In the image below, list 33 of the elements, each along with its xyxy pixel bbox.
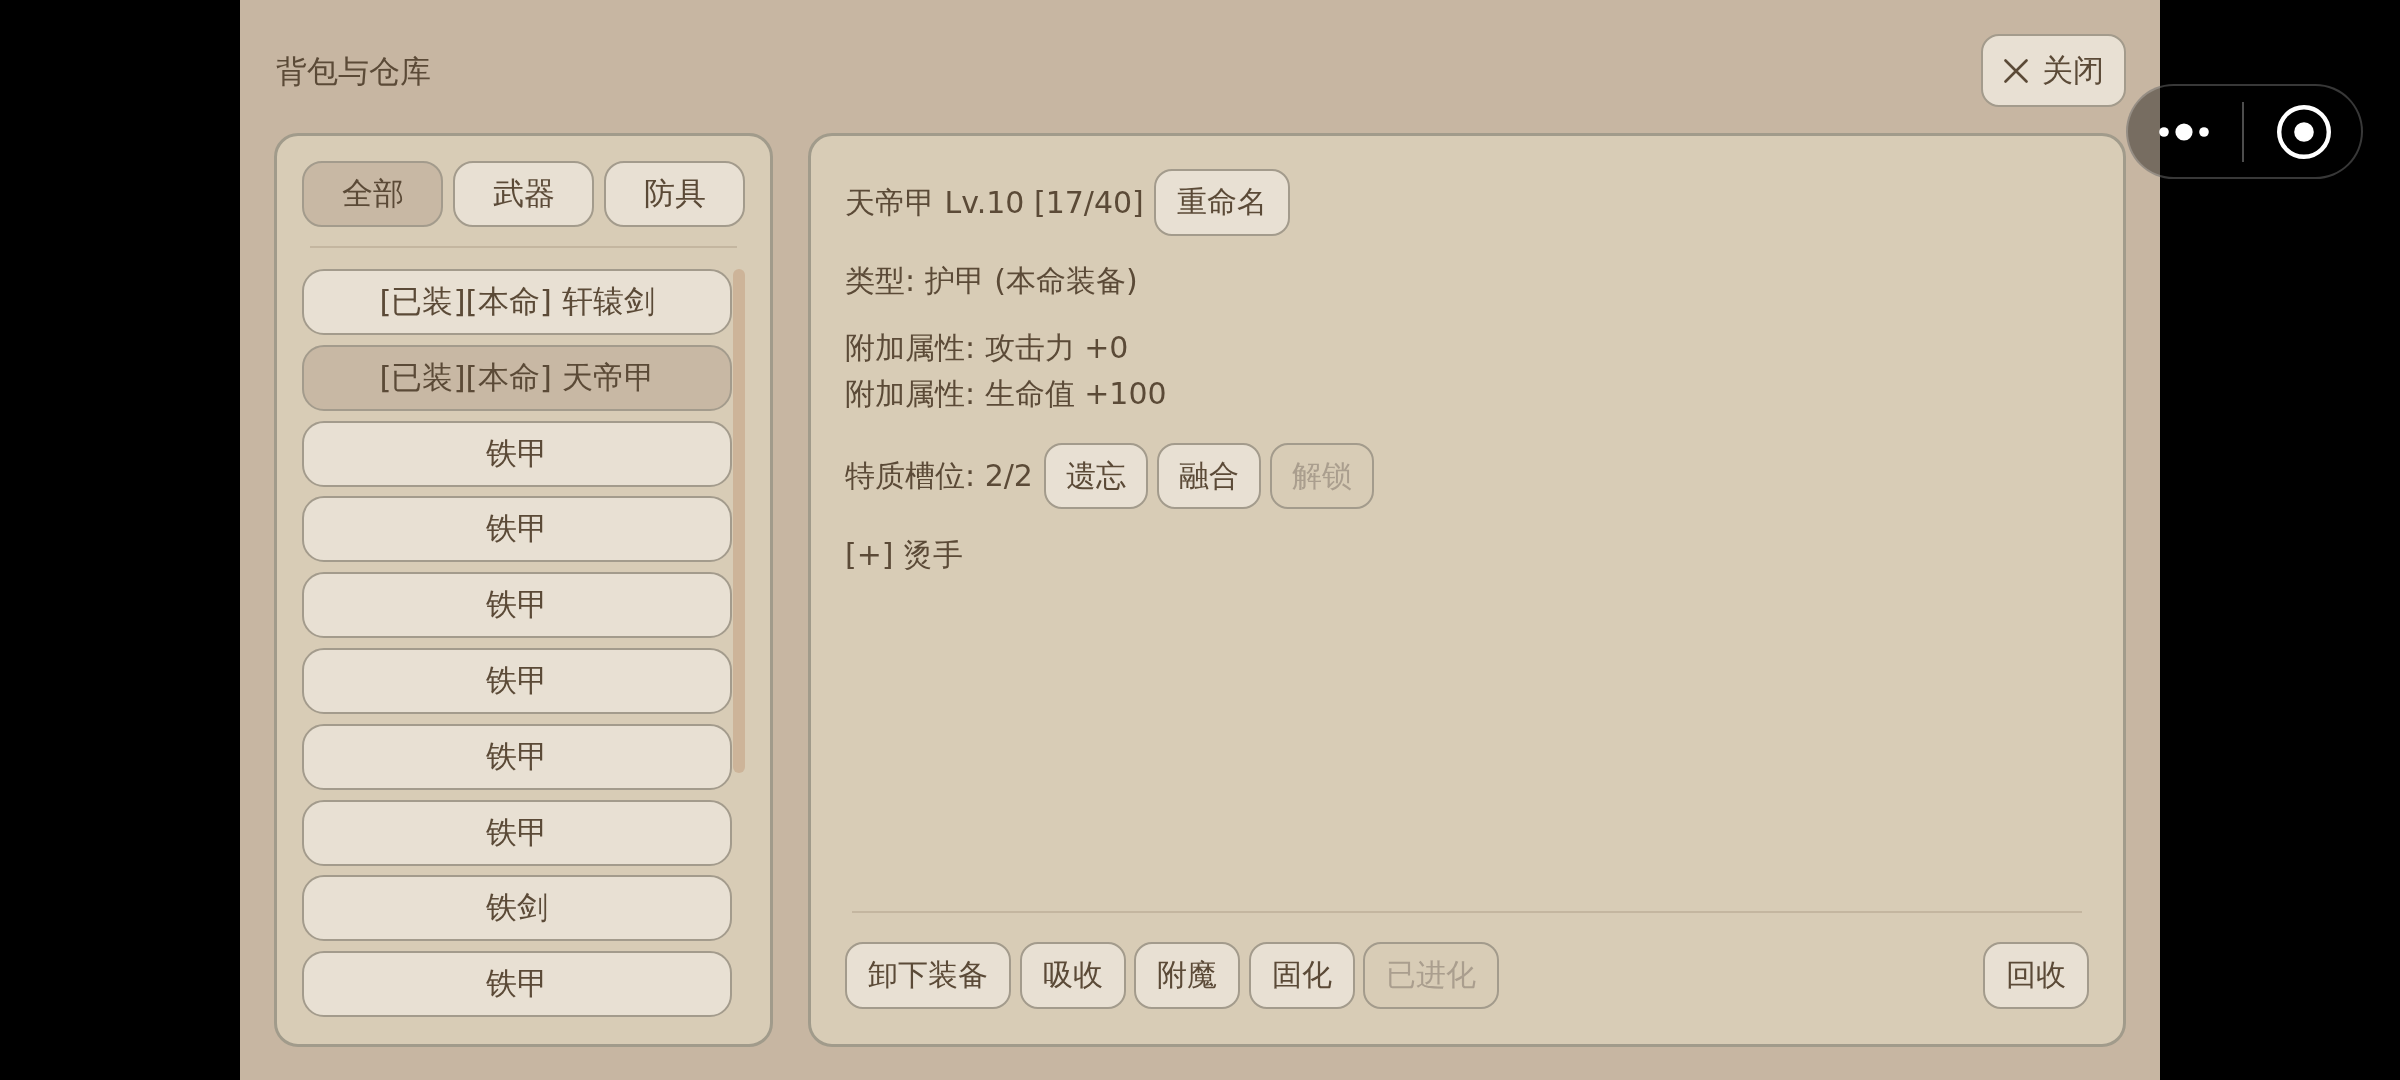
inventory-item[interactable]: 铁甲 bbox=[302, 572, 732, 639]
rename-button[interactable]: 重命名 bbox=[1153, 169, 1290, 236]
inventory-item[interactable]: 铁剑 bbox=[302, 875, 732, 942]
inventory-item[interactable]: 铁甲 bbox=[302, 496, 732, 563]
inventory-item[interactable]: 铁甲 bbox=[302, 799, 732, 866]
item-attribute: 附加属性: 生命值 +100 bbox=[845, 375, 1168, 413]
item-title: 天帝甲 Lv.10 [17/40] bbox=[845, 183, 1144, 222]
inventory-item[interactable]: 铁甲 bbox=[302, 723, 732, 790]
action-button[interactable]: 固化 bbox=[1248, 942, 1355, 1009]
trait-entry: [+] 烫手 bbox=[845, 536, 965, 574]
more-icon[interactable] bbox=[2159, 122, 2209, 141]
filter-tab[interactable]: 武器 bbox=[453, 161, 594, 227]
close-icon bbox=[2003, 58, 2028, 83]
filter-tab[interactable]: 防具 bbox=[604, 161, 745, 227]
item-attribute: 附加属性: 攻击力 +0 bbox=[845, 329, 1130, 367]
action-button[interactable]: 卸下装备 bbox=[845, 942, 1011, 1009]
trait-button[interactable]: 遗忘 bbox=[1043, 443, 1148, 509]
close-button[interactable]: 关闭 bbox=[1981, 34, 2126, 107]
ring-dot-icon[interactable] bbox=[2277, 104, 2331, 159]
window-title: 背包与仓库 bbox=[275, 51, 431, 91]
action-button[interactable]: 吸收 bbox=[1019, 942, 1126, 1009]
trait-slots-label: 特质槽位: 2/2 bbox=[845, 457, 1033, 495]
scrollbar[interactable] bbox=[733, 269, 745, 773]
inventory-item[interactable]: [已装][本命] 天帝甲 bbox=[302, 344, 732, 411]
item-type: 类型: 护甲 (本命装备) bbox=[845, 262, 1139, 300]
action-button[interactable]: 附魔 bbox=[1134, 942, 1240, 1009]
inventory-item[interactable]: [已装][本命] 轩辕剑 bbox=[302, 269, 732, 335]
recycle-button[interactable]: 回收 bbox=[1983, 942, 2089, 1009]
filter-tab[interactable]: 全部 bbox=[302, 161, 443, 227]
inventory-item[interactable]: 铁甲 bbox=[302, 951, 732, 1018]
inventory-item[interactable]: 铁甲 bbox=[302, 648, 732, 714]
inventory-item[interactable]: 铁甲 bbox=[302, 420, 732, 487]
trait-button[interactable]: 融合 bbox=[1156, 443, 1261, 509]
